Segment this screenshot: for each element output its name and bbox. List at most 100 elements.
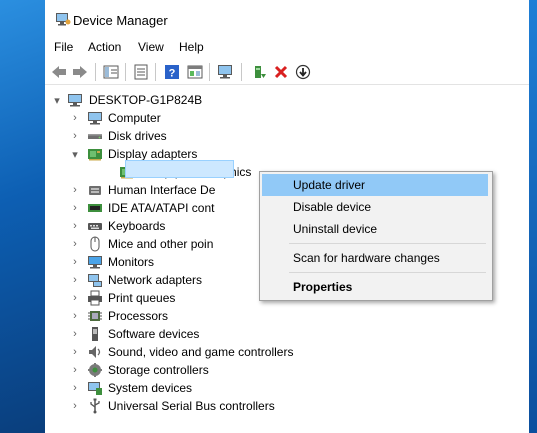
tree-item-label: Monitors — [108, 255, 155, 269]
scan-hardware-button[interactable] — [216, 62, 236, 82]
scan-hardware-label: Scan for hardware changes — [293, 251, 440, 265]
expand-arrow-icon[interactable]: › — [69, 128, 81, 144]
tree-item-label: Mice and other poin — [108, 237, 214, 251]
menu-help[interactable]: Help — [179, 40, 204, 54]
tree-item-computer[interactable]: › Computer — [45, 109, 529, 127]
update-driver-button[interactable] — [249, 62, 269, 82]
back-icon — [52, 66, 66, 78]
menu-action[interactable]: Action — [88, 40, 121, 54]
expand-arrow-icon[interactable]: › — [69, 308, 81, 324]
help-button[interactable]: ? — [162, 62, 182, 82]
view-icon — [187, 65, 203, 79]
tree-item-display-adapters[interactable]: ▾ Display adapters — [45, 145, 529, 163]
keyboard-icon — [88, 223, 102, 230]
forward-button[interactable] — [70, 62, 90, 82]
tree-item-label: Storage controllers — [108, 363, 209, 377]
toolbar-separator — [209, 63, 210, 81]
svg-text:?: ? — [169, 68, 176, 80]
expand-arrow-icon[interactable]: › — [69, 182, 81, 198]
expand-arrow-icon[interactable]: › — [69, 218, 81, 234]
show-hide-tree-button[interactable] — [101, 62, 121, 82]
menu-view[interactable]: View — [138, 40, 164, 54]
software-device-icon — [92, 327, 98, 341]
scan-hardware-icon — [218, 65, 232, 79]
title-bar[interactable]: Device Manager — [45, 0, 529, 36]
menu-bar: File Action View Help — [45, 37, 529, 57]
disable-device-label: Disable device — [293, 200, 372, 214]
tree-item-label: Processors — [108, 309, 169, 323]
ide-icon — [88, 204, 102, 212]
tree-item-label: Human Interface De — [108, 183, 216, 197]
tree-item-storage-controllers[interactable]: › Storage controllers — [45, 361, 529, 379]
network-adapter-icon — [88, 274, 102, 287]
properties-label: Properties — [293, 280, 353, 294]
tree-item-label: Network adapters — [108, 273, 203, 287]
disk-drive-icon — [88, 134, 102, 139]
desktop-background-left — [0, 0, 45, 433]
expand-arrow-icon[interactable]: › — [69, 272, 81, 288]
tree-item-universal-serial-bus-controllers[interactable]: › Universal Serial Bus controllers — [45, 397, 529, 415]
monitor-icon — [88, 256, 102, 269]
forward-icon — [73, 66, 87, 78]
mouse-icon — [90, 236, 100, 252]
properties-menu-item[interactable]: Properties — [262, 276, 488, 298]
desktop-background-right — [529, 0, 537, 433]
toolbar-separator — [241, 63, 242, 81]
collapse-arrow-icon[interactable]: ▾ — [69, 146, 81, 162]
tree-item-sound-video-and-game-controllers[interactable]: › Sound, video and game controllers — [45, 343, 529, 361]
system-device-icon — [88, 382, 102, 395]
expand-arrow-icon[interactable]: › — [69, 398, 81, 414]
toolbar-separator — [95, 63, 96, 81]
expand-arrow-icon[interactable]: › — [69, 236, 81, 252]
expand-arrow-icon[interactable]: › — [69, 200, 81, 216]
tree-root[interactable]: ▾ DESKTOP-G1P824B — [45, 91, 529, 109]
update-driver-label: Update driver — [293, 178, 366, 192]
device-manager-window: Device Manager File Action View Help ? ▾… — [45, 0, 529, 433]
context-menu: Update driver Disable device Uninstall d… — [259, 171, 493, 301]
expand-arrow-icon[interactable]: › — [69, 380, 81, 396]
tree-item-label: Software devices — [108, 327, 200, 341]
context-menu-separator — [289, 272, 486, 273]
printer-icon — [88, 290, 102, 306]
computer-icon — [88, 112, 102, 125]
menu-file[interactable]: File — [54, 40, 73, 54]
selection-highlight — [125, 160, 234, 178]
expand-arrow-icon[interactable]: › — [69, 344, 81, 360]
processor-icon — [88, 311, 102, 321]
tree-item-label: System devices — [108, 381, 193, 395]
scan-hardware-menu-item[interactable]: Scan for hardware changes — [262, 247, 488, 269]
tree-item-label: Disk drives — [108, 129, 167, 143]
back-button[interactable] — [49, 62, 69, 82]
expand-arrow-icon[interactable]: › — [69, 290, 81, 306]
tree-item-label: Display adapters — [108, 147, 198, 161]
toolbar-separator — [125, 63, 126, 81]
tree-item-label: Universal Serial Bus controllers — [108, 399, 275, 413]
properties-button[interactable] — [131, 62, 151, 82]
expand-arrow-icon[interactable]: › — [69, 362, 81, 378]
tree-item-label: Keyboards — [108, 219, 166, 233]
sound-icon — [89, 346, 101, 358]
tree-item-software-devices[interactable]: › Software devices — [45, 325, 529, 343]
expand-arrow-icon[interactable]: › — [69, 110, 81, 126]
expand-arrow-icon[interactable]: › — [69, 326, 81, 342]
uninstall-device-menu-item[interactable]: Uninstall device — [262, 218, 488, 240]
collapse-arrow-icon[interactable]: ▾ — [51, 92, 63, 108]
tree-root-label: DESKTOP-G1P824B — [89, 93, 203, 107]
tree-item-system-devices[interactable]: › System devices — [45, 379, 529, 397]
window-title: Device Manager — [73, 13, 168, 28]
disable-icon — [295, 64, 311, 80]
properties-icon — [134, 64, 148, 80]
uninstall-button[interactable] — [271, 62, 291, 82]
disable-device-menu-item[interactable]: Disable device — [262, 196, 488, 218]
tree-item-label: Computer — [108, 111, 161, 125]
tree-item-disk-drives[interactable]: › Disk drives — [45, 127, 529, 145]
expand-arrow-icon[interactable]: › — [69, 254, 81, 270]
tree-item-label: Sound, video and game controllers — [108, 345, 294, 359]
storage-controller-icon — [88, 363, 102, 377]
tree-item-processors[interactable]: › Processors — [45, 307, 529, 325]
update-driver-icon — [255, 66, 266, 78]
display-adapter-icon — [88, 149, 102, 161]
disable-button[interactable] — [293, 62, 313, 82]
view-button[interactable] — [185, 62, 205, 82]
update-driver-menu-item[interactable]: Update driver — [262, 174, 488, 196]
